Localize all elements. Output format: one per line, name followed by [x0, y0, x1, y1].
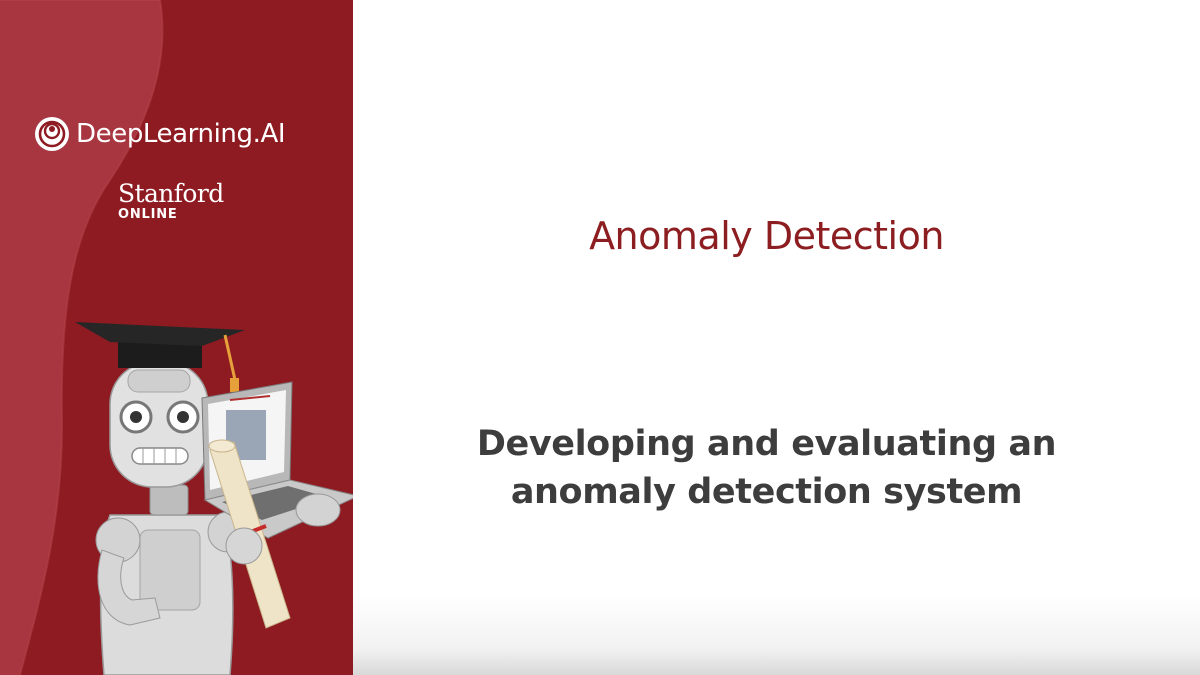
slide-subtitle: Developing and evaluating an anomaly det…	[353, 420, 1180, 516]
slide-content-area: Anomaly Detection Developing and evaluat…	[353, 0, 1200, 675]
slide-title: Anomaly Detection	[589, 214, 944, 258]
stanford-name: Stanford	[118, 179, 224, 208]
deeplearning-ai-logo-icon	[35, 117, 69, 151]
brand-name: DeepLearning.AI	[76, 119, 286, 149]
graduate-robot-illustration	[75, 322, 353, 675]
branding-sidebar: DeepLearning.AI Stanford ONLINE	[0, 0, 353, 675]
slide-subtitle-line-2: anomaly detection system	[510, 472, 1023, 512]
slide-subtitle-line-1: Developing and evaluating an	[476, 424, 1057, 464]
stanford-online-logo: Stanford ONLINE	[118, 180, 224, 222]
stanford-online-label: ONLINE	[118, 207, 178, 222]
deeplearning-ai-brand: DeepLearning.AI	[34, 114, 286, 154]
